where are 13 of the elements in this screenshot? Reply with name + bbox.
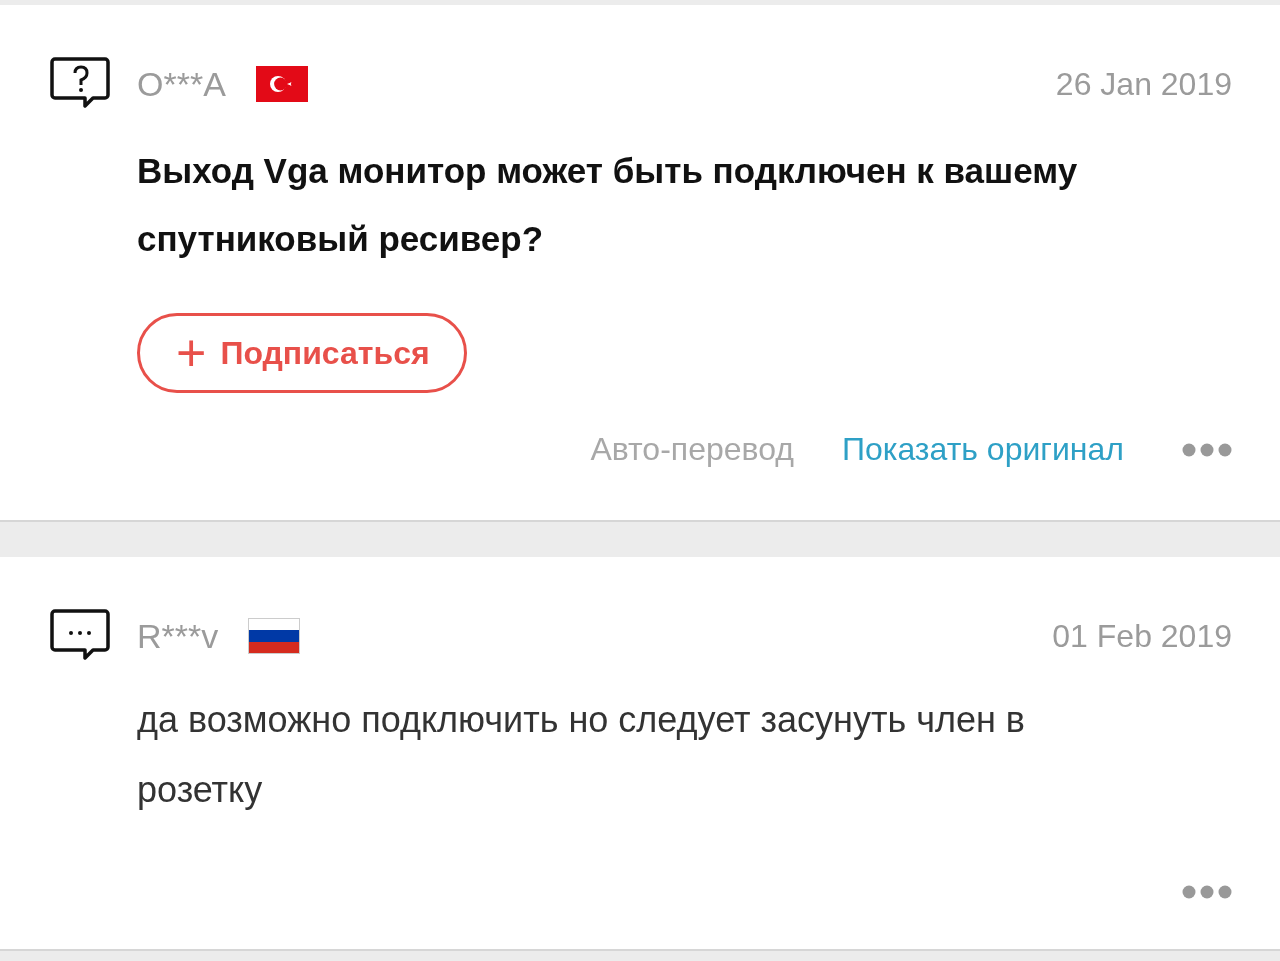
flag-icon bbox=[248, 618, 301, 654]
post-date: 26 Jan 2019 bbox=[1055, 65, 1232, 103]
subscribe-button[interactable]: + Подписаться bbox=[137, 313, 467, 393]
flag-icon bbox=[255, 66, 308, 102]
show-original-link[interactable]: Показать оригинал bbox=[841, 431, 1124, 468]
more-options-icon[interactable] bbox=[1182, 885, 1232, 899]
question-text: Выход Vga монитор может быть подключен к вашему спутниковый ресивер? bbox=[137, 150, 1079, 260]
author-name: O***A bbox=[137, 64, 226, 104]
author-name: R***v bbox=[137, 616, 219, 656]
post-date: 01 Feb 2019 bbox=[1052, 617, 1232, 655]
more-options-icon[interactable] bbox=[1182, 442, 1232, 457]
auto-translate-label: Авто-перевод bbox=[590, 431, 794, 468]
answer-text: да возможно подключить но следует засунуть член в розетку bbox=[137, 698, 1026, 812]
